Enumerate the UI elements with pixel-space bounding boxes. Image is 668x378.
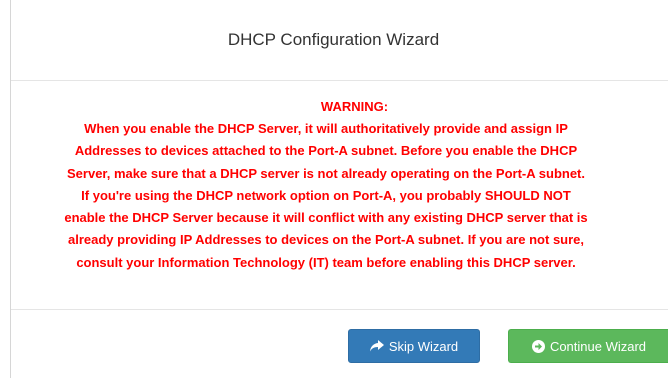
dialog-footer: Skip Wizard Continue Wizard [11, 310, 668, 378]
circle-arrow-right-icon [531, 339, 545, 353]
warning-line: Server, make sure that a DHCP server is … [67, 165, 585, 181]
dhcp-wizard-dialog: DHCP Configuration Wizard WARNING: When … [10, 0, 668, 378]
skip-wizard-label: Skip Wizard [388, 338, 459, 354]
continue-wizard-label: Continue Wizard [549, 338, 647, 354]
warning-line: Addresses to devices attached to the Por… [74, 143, 578, 159]
dialog-body: WARNING: When you enable the DHCP Server… [11, 81, 668, 310]
skip-wizard-button[interactable]: Skip Wizard [348, 329, 480, 363]
continue-wizard-button[interactable]: Continue Wizard [508, 329, 668, 363]
warning-line: If you're using the DHCP network option … [81, 187, 571, 203]
warning-line: consult your Information Technology (IT)… [76, 254, 576, 270]
warning-line: already providing IP Addresses to device… [67, 232, 585, 248]
warning-line: enable the DHCP Server because it will c… [64, 210, 588, 226]
warning-heading: WARNING: [320, 99, 389, 114]
dialog-header: DHCP Configuration Wizard [11, 0, 668, 81]
share-arrow-icon [369, 340, 384, 352]
dialog-title: DHCP Configuration Wizard [227, 30, 440, 49]
warning-line: When you enable the DHCP Server, it will… [84, 121, 568, 136]
warning-message: When you enable the DHCP Server, it will… [0, 118, 661, 274]
